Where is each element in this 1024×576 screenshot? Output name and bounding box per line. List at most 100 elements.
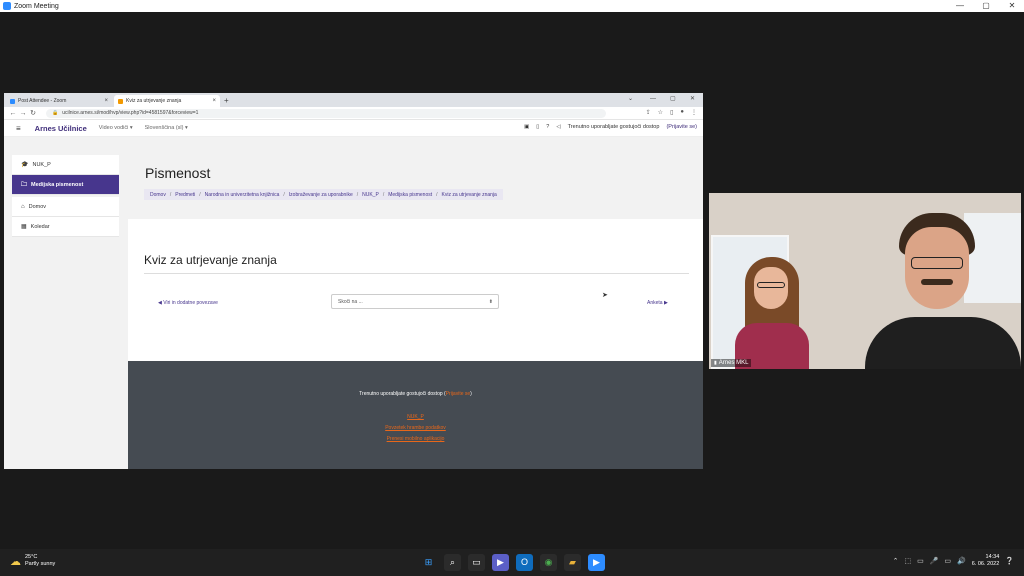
nav-video-guides[interactable]: Video vodiči ▾ bbox=[99, 125, 133, 131]
breadcrumb: Domov / Predmeti / Narodna in univerzitetn… bbox=[144, 189, 503, 200]
bookmark-icon[interactable]: ☆ bbox=[658, 109, 663, 116]
home-icon: ⌂ bbox=[21, 203, 25, 210]
footer-link-nuk-p[interactable]: NUK_P bbox=[128, 412, 703, 423]
select-arrow-icon: ⬍ bbox=[488, 298, 493, 305]
footer-links: NUK_P Povzetek hrambe podatkov Prenesi m… bbox=[128, 412, 703, 445]
breadcrumb-item[interactable]: Medijska pismenost bbox=[388, 192, 432, 198]
sun-cloud-icon: ☁ bbox=[10, 555, 21, 568]
sidebar-item-label: Domov bbox=[28, 203, 47, 210]
docs-icon[interactable]: ▣ bbox=[524, 124, 529, 130]
jump-to-value: Skoči na ... bbox=[338, 298, 363, 305]
search-icon[interactable]: ⌕ bbox=[444, 554, 461, 571]
mouse-cursor-icon: ➤ bbox=[602, 292, 608, 299]
participant-name: Arnes MKL bbox=[718, 360, 749, 366]
footer-link-data-retention[interactable]: Povzetek hrambe podatkov bbox=[128, 423, 703, 434]
start-icon[interactable]: ⊞ bbox=[420, 554, 437, 571]
microphone-icon[interactable]: 🎤 bbox=[930, 557, 939, 565]
monitor-icon[interactable]: ▭ bbox=[944, 557, 951, 565]
participant-man bbox=[861, 213, 1021, 369]
url-field[interactable]: 🔒 ucilnice.arnes.si/mod/hvp/view.php?id=… bbox=[46, 108, 606, 118]
breadcrumb-item[interactable]: Kviz za utrjevanje znanja bbox=[442, 192, 497, 198]
browser-maximize-icon[interactable]: ▢ bbox=[670, 93, 676, 105]
lock-icon: 🔒 bbox=[52, 110, 59, 116]
navbar-right: ▣ ▯ ? ◁ Trenutno uporabljate gostujoči d… bbox=[524, 124, 697, 130]
clock-date: 6. 06. 2022 bbox=[971, 561, 1000, 567]
participant-name-label: ▮ Arnes MKL bbox=[711, 359, 752, 367]
close-button[interactable]: ✕ bbox=[1002, 0, 1022, 12]
minimize-button[interactable]: — bbox=[950, 0, 970, 12]
moodle-navbar: ≡ Arnes Učilnice Video vodiči ▾ Slovenšč… bbox=[4, 120, 703, 137]
sidepanel-icon[interactable]: ▯ bbox=[670, 109, 673, 116]
site-brand[interactable]: Arnes Učilnice bbox=[35, 124, 87, 133]
sidebar-item-medijska-pismenost[interactable]: 🗀 Medijska pismenost bbox=[12, 175, 119, 195]
tab-search-icon[interactable]: ⌄ bbox=[628, 93, 633, 105]
tab-post-attendee[interactable]: Post Attendee - Zoom × bbox=[6, 95, 112, 107]
profile-icon[interactable]: ● bbox=[680, 109, 684, 116]
announcement-icon[interactable]: ◁ bbox=[556, 124, 560, 130]
chrome-icon[interactable]: ◉ bbox=[540, 554, 557, 571]
teams-icon[interactable]: ▶ bbox=[492, 554, 509, 571]
prev-activity-link[interactable]: ◀ Viri in dodatne povezave bbox=[158, 300, 218, 306]
browser-minimize-icon[interactable]: — bbox=[650, 93, 656, 105]
footer-link-mobile-app[interactable]: Prenesi mobilno aplikacijo bbox=[128, 434, 703, 445]
maximize-button[interactable]: ▢ bbox=[976, 0, 996, 12]
jump-to-select[interactable]: Skoči na ... ⬍ bbox=[331, 294, 499, 309]
tab-quiz[interactable]: Kviz za utrjevanje znanja × bbox=[114, 95, 220, 107]
page-header: Pismenost Domov / Predmeti / Narodna in un… bbox=[128, 151, 703, 219]
nav-language[interactable]: Slovenščina (sl) ▾ bbox=[145, 125, 188, 131]
notification-icon[interactable]: ❔ bbox=[1005, 557, 1014, 565]
battery-icon[interactable]: ▭ bbox=[917, 557, 924, 565]
mobile-icon[interactable]: ▯ bbox=[536, 124, 539, 130]
hamburger-icon[interactable]: ≡ bbox=[16, 124, 21, 133]
folder-icon: 🗀 bbox=[21, 181, 28, 188]
footer-login-link[interactable]: Prijavite se bbox=[446, 391, 470, 397]
browser-close-icon[interactable]: ✕ bbox=[690, 93, 695, 105]
sidebar-item-nuk-p[interactable]: 🎓 NUK_P bbox=[12, 155, 119, 175]
reload-icon[interactable]: ↻ bbox=[28, 109, 38, 117]
breadcrumb-item[interactable]: Narodna in univerzitetna knjižnica bbox=[205, 192, 280, 198]
page-title: Pismenost bbox=[145, 165, 211, 181]
outlook-icon[interactable]: O bbox=[516, 554, 533, 571]
url-text: ucilnice.arnes.si/mod/hvp/view.php?id=45… bbox=[62, 110, 199, 116]
login-link[interactable]: (Prijavite se) bbox=[666, 124, 697, 130]
sidebar-item-label: Medijska pismenost bbox=[31, 181, 84, 188]
divider bbox=[144, 273, 689, 274]
next-activity-link[interactable]: Anketa ▶ bbox=[647, 300, 668, 306]
address-icons: ⇪ ☆ ▯ ● ⋮ bbox=[646, 109, 697, 116]
zoom-icon bbox=[3, 2, 11, 10]
weather-widget[interactable]: ☁ 25°C Partly sunny bbox=[10, 554, 55, 568]
forward-icon[interactable]: → bbox=[18, 110, 28, 117]
new-tab-button[interactable]: + bbox=[224, 95, 229, 107]
breadcrumb-item[interactable]: Domov bbox=[150, 192, 166, 198]
zoom-app-icon[interactable]: ▶ bbox=[588, 554, 605, 571]
close-tab-icon[interactable]: × bbox=[212, 98, 216, 104]
system-tray: ⌃ ⬚ ▭ 🎤 ▭ 🔊 14:34 6. 06. 2022 ❔ bbox=[893, 554, 1014, 568]
chevron-up-icon[interactable]: ⌃ bbox=[893, 557, 899, 565]
clock[interactable]: 14:34 6. 06. 2022 bbox=[972, 554, 1000, 568]
breadcrumb-item[interactable]: NUK_P bbox=[362, 192, 379, 198]
menu-icon[interactable]: ⋮ bbox=[691, 109, 697, 116]
task-view-icon[interactable]: ▭ bbox=[468, 554, 485, 571]
zoom-titlebar: Zoom Meeting — ▢ ✕ bbox=[0, 0, 1024, 12]
tab-bar: Post Attendee - Zoom × Kviz za utrjevanj… bbox=[4, 93, 703, 107]
page-tab-icon bbox=[118, 98, 123, 104]
weather-temp: 25°C bbox=[25, 554, 38, 560]
participant-video[interactable]: ▮ Arnes MKL bbox=[709, 193, 1021, 369]
speaker-icon[interactable]: 🔊 bbox=[957, 557, 966, 565]
dropbox-icon[interactable]: ⬚ bbox=[904, 557, 911, 565]
help-icon[interactable]: ? bbox=[546, 124, 549, 130]
taskbar-apps: ⊞ ⌕ ▭ ▶ O ◉ ▰ ▶ bbox=[420, 554, 605, 571]
back-icon[interactable]: ← bbox=[8, 110, 18, 117]
close-tab-icon[interactable]: × bbox=[104, 98, 108, 104]
breadcrumb-item[interactable]: Predmeti bbox=[175, 192, 195, 198]
sidebar-item-koledar[interactable]: ▦ Koledar bbox=[12, 217, 119, 237]
guest-text: Trenutno uporabljate gostujoči dostop bbox=[567, 124, 660, 130]
sidebar-item-domov[interactable]: ⌂ Domov bbox=[12, 197, 119, 217]
participant-woman bbox=[735, 257, 809, 369]
file-explorer-icon[interactable]: ▰ bbox=[564, 554, 581, 571]
tab-label: Kviz za utrjevanje znanja bbox=[126, 98, 182, 104]
share-icon[interactable]: ⇪ bbox=[646, 109, 651, 116]
clock-time: 14:34 bbox=[985, 554, 1000, 560]
breadcrumb-item[interactable]: Izobraževanje za uporabnike bbox=[289, 192, 353, 198]
footer-guest-text: Trenutno uporabljate gostujoči dostop (P… bbox=[359, 391, 472, 397]
